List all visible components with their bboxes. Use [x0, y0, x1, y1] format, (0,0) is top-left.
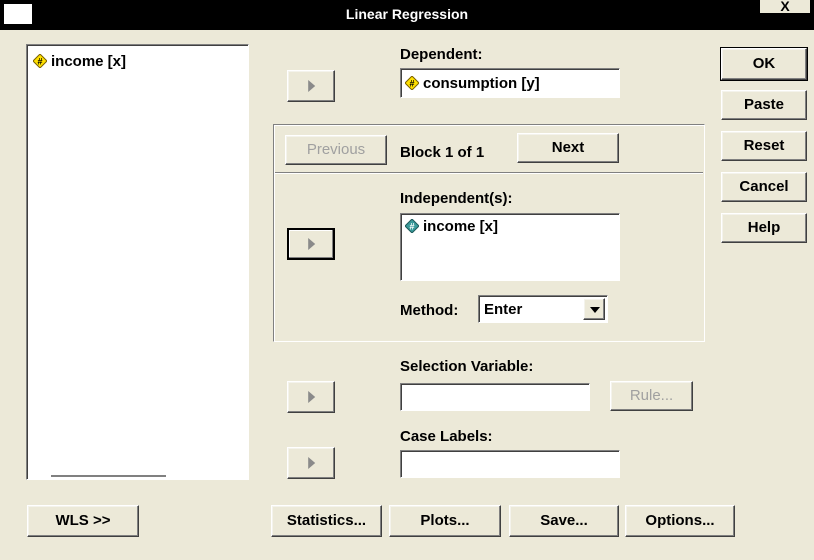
plots-button[interactable]: Plots... [389, 505, 501, 537]
cancel-button[interactable]: Cancel [721, 172, 807, 202]
list-item[interactable]: # income [x] [33, 53, 126, 70]
window-title: Linear Regression [345, 6, 469, 22]
svg-text:#: # [409, 222, 414, 232]
block-separator [275, 172, 703, 174]
chevron-down-icon [590, 307, 600, 313]
list-item[interactable]: # income [x] [405, 218, 498, 235]
dependent-value: consumption [y] [423, 75, 540, 92]
case-labels-label: Case Labels: [400, 428, 493, 445]
dependent-label: Dependent: [400, 46, 483, 63]
wls-button[interactable]: WLS >> [27, 505, 139, 537]
selection-variable-label: Selection Variable: [400, 358, 534, 375]
move-to-dependent-button[interactable] [287, 70, 335, 102]
method-label: Method: [400, 302, 459, 319]
independents-label: Independent(s): [400, 190, 513, 207]
list-scrollbar-hint [51, 475, 166, 477]
rule-button[interactable]: Rule... [610, 381, 693, 411]
scale-variable-icon: # [33, 54, 47, 68]
list-item-label: income [x] [423, 218, 499, 235]
options-button[interactable]: Options... [625, 505, 735, 537]
right-arrow-icon [308, 238, 316, 250]
right-arrow-icon [308, 457, 316, 469]
previous-button[interactable]: Previous [285, 135, 387, 165]
next-button[interactable]: Next [517, 133, 619, 163]
list-item-label: income [x] [51, 53, 127, 70]
help-button[interactable]: Help [721, 213, 807, 243]
block-status: Block 1 of 1 [400, 144, 485, 161]
scale-variable-icon: # [405, 76, 419, 90]
ok-button[interactable]: OK [720, 47, 808, 81]
close-button[interactable]: X [758, 0, 812, 15]
move-to-independents-button[interactable] [287, 228, 335, 260]
dependent-field[interactable]: # consumption [y] [400, 68, 620, 98]
save-button[interactable]: Save... [509, 505, 619, 537]
selection-variable-field[interactable] [400, 383, 590, 411]
dependent-item[interactable]: # consumption [y] [405, 75, 540, 92]
right-arrow-icon [308, 80, 316, 92]
source-variable-list[interactable]: # income [x] [26, 44, 249, 480]
statistics-button[interactable]: Statistics... [271, 505, 382, 537]
svg-text:#: # [409, 79, 414, 89]
scale-variable-icon: # [405, 219, 419, 233]
dropdown-button[interactable] [583, 298, 605, 320]
method-select[interactable]: Enter [478, 295, 608, 323]
paste-button[interactable]: Paste [721, 90, 807, 120]
method-value: Enter [484, 301, 523, 318]
svg-text:#: # [37, 57, 42, 67]
move-to-selection-button[interactable] [287, 381, 335, 413]
reset-button[interactable]: Reset [721, 131, 807, 161]
case-labels-field[interactable] [400, 450, 620, 478]
independents-list[interactable]: # income [x] [400, 213, 620, 281]
move-to-case-labels-button[interactable] [287, 447, 335, 479]
right-arrow-icon [308, 391, 316, 403]
